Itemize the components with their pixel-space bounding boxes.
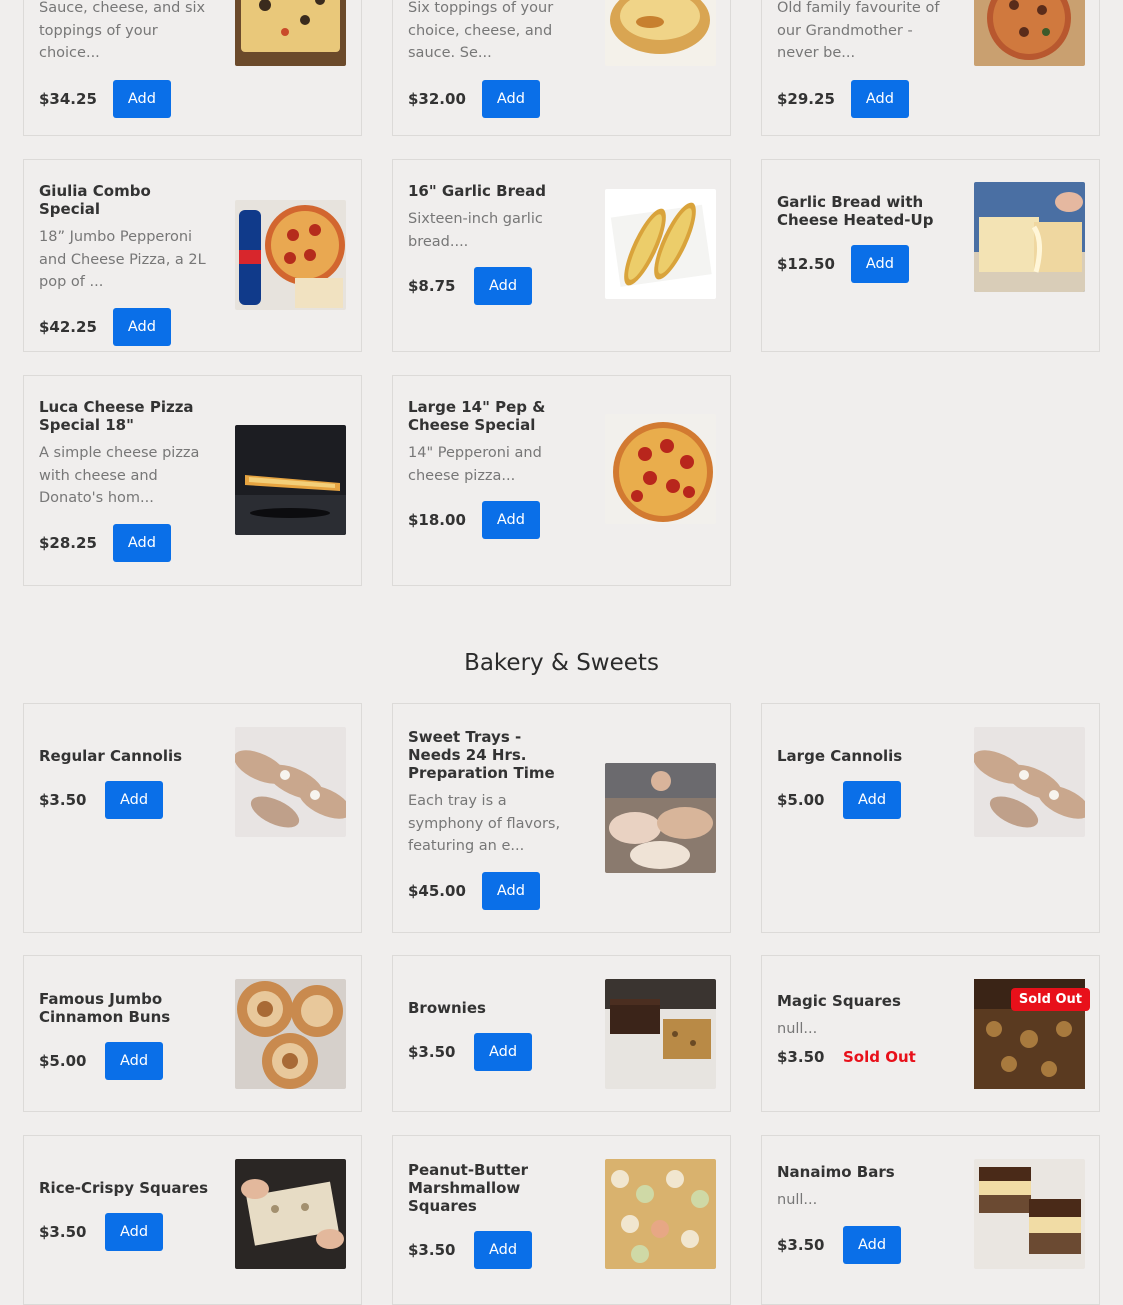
item-description: Each tray is a symphony of flavors, feat… [408,793,561,854]
add-button[interactable]: Add [105,1213,163,1251]
item-description: null... [777,1021,818,1037]
item-price: $29.25 [777,89,835,108]
item-name: Sweet Trays - Needs 24 Hrs. Preparation … [408,728,555,782]
menu-item-card[interactable]: Sweet Trays - Needs 24 Hrs. Preparation … [392,703,731,933]
add-button[interactable]: Add [850,79,909,118]
garlic-bread-image [605,189,716,299]
add-button[interactable]: Add [474,1033,532,1071]
item-name: Rice-Crispy Squares [39,1179,209,1197]
add-button[interactable]: Add [105,1042,163,1080]
item-price: $3.50 [39,1223,87,1241]
item-name: Magic Squares [777,992,901,1010]
item-price: $3.50 [408,1241,456,1259]
item-price: $42.25 [39,317,97,336]
calzone-image [605,0,716,66]
item-name: Famous Jumbo Cinnamon Buns [39,990,171,1026]
item-name: Large Cannolis [777,747,903,765]
item-description: 14" Pepperoni and cheese pizza... [408,445,542,484]
item-price: $3.50 [39,791,87,809]
sold-out-label: Sold Out [843,1047,916,1066]
menu-item-card[interactable]: Rice-Crispy Squares $3.50 Add [23,1135,362,1305]
cheese-pizza-oven-image [235,425,346,535]
item-description: 18” Jumbo Pepperoni and Cheese Pizza, a … [39,229,206,290]
cannoli-image [235,727,346,837]
item-price: $5.00 [39,1052,87,1070]
cheese-bread-image [974,182,1085,292]
pepsi-combo-image [235,200,346,310]
add-button[interactable]: Add [481,501,540,539]
add-button[interactable]: Add [112,307,171,346]
menu-item-card[interactable]: Luca Cheese Pizza Special 18" A simple c… [23,375,362,586]
item-description: A simple cheese pizza with cheese and Do… [39,445,200,506]
item-price: $18.00 [408,511,466,529]
item-price: $45.00 [408,881,466,900]
menu-item-card[interactable]: Large 14" Pep & Cheese Special 14" Peppe… [392,375,731,586]
add-button[interactable]: Add [112,523,171,562]
menu-item-card[interactable]: Peanut-Butter Marshmallow Squares $3.50 … [392,1135,731,1305]
section-title-bakery: Bakery & Sweets [464,650,659,676]
rice-crispy-image [235,1159,346,1269]
menu-item-card[interactable]: Old family favourite of our Grandmother … [761,0,1100,136]
item-price: $12.50 [777,255,835,273]
menu-item-card[interactable]: Sauce, cheese, and six toppings of your … [23,0,362,136]
item-name: Large 14" Pep & Cheese Special [408,398,546,434]
item-name: Peanut-Butter Marshmallow Squares [408,1161,529,1215]
menu-item-card[interactable]: Magic Squares null... $3.50 Sold Out Sol… [761,955,1100,1112]
item-name: Regular Cannolis [39,747,183,765]
add-button[interactable]: Add [105,781,163,819]
item-price: $34.25 [39,89,97,108]
marshmallow-squares-image [605,1159,716,1269]
cinnamon-bun-image [235,979,346,1089]
menu-item-card[interactable]: Nanaimo Bars null... $3.50 Add [761,1135,1100,1305]
menu-item-card[interactable]: Famous Jumbo Cinnamon Buns $5.00 Add [23,955,362,1112]
item-name: Nanaimo Bars [777,1163,895,1181]
add-button[interactable]: Add [843,1225,901,1264]
item-description: Old family favourite of our Grandmother … [777,0,940,61]
sold-out-badge: Sold Out [1010,988,1090,1011]
cannoli-image [974,727,1085,837]
sweet-trays-image [605,763,716,873]
item-price: $5.00 [777,791,825,809]
menu-item-card[interactable]: Garlic Bread with Cheese Heated-Up $12.5… [761,159,1100,352]
item-price: $3.50 [777,1235,825,1254]
item-name: Luca Cheese Pizza Special 18" [39,398,194,434]
item-price: $32.00 [408,89,466,108]
add-button[interactable]: Add [112,79,171,118]
pizza-slab-image [235,0,346,66]
item-name: Giulia Combo Special [39,182,151,218]
item-description: Six toppings of your choice, cheese, and… [408,0,554,61]
item-name: 16" Garlic Bread [408,182,547,200]
item-price: $8.75 [408,277,456,295]
pizza-box-image [974,0,1085,66]
add-button[interactable]: Add [843,781,901,819]
menu-item-card[interactable]: Giulia Combo Special 18” Jumbo Pepperoni… [23,159,362,352]
nanaimo-bar-image [974,1159,1085,1269]
pepperoni-pizza-image [605,414,716,524]
brownie-image [605,979,716,1089]
add-button[interactable]: Add [481,871,540,910]
item-description: Sauce, cheese, and six toppings of your … [39,0,206,61]
menu-item-card[interactable]: Large Cannolis $5.00 Add [761,703,1100,933]
add-button[interactable]: Add [474,267,532,305]
add-button[interactable]: Add [474,1231,532,1269]
item-name: Brownies [408,999,486,1017]
add-button[interactable]: Add [481,79,540,118]
menu-item-card[interactable]: Brownies $3.50 Add [392,955,731,1112]
item-price: $28.25 [39,533,97,552]
item-price: $3.50 [777,1047,825,1066]
add-button[interactable]: Add [850,245,909,283]
magic-squares-image: Sold Out [974,979,1090,1089]
item-price: $3.50 [408,1043,456,1061]
item-description: Sixteen-inch garlic bread.... [408,211,543,250]
item-description: null... [777,1192,818,1208]
menu-item-card[interactable]: Regular Cannolis $3.50 Add [23,703,362,933]
menu-item-card[interactable]: 16" Garlic Bread Sixteen-inch garlic bre… [392,159,731,352]
menu-item-card[interactable]: Six toppings of your choice, cheese, and… [392,0,731,136]
item-name: Garlic Bread with Cheese Heated-Up [777,193,934,229]
